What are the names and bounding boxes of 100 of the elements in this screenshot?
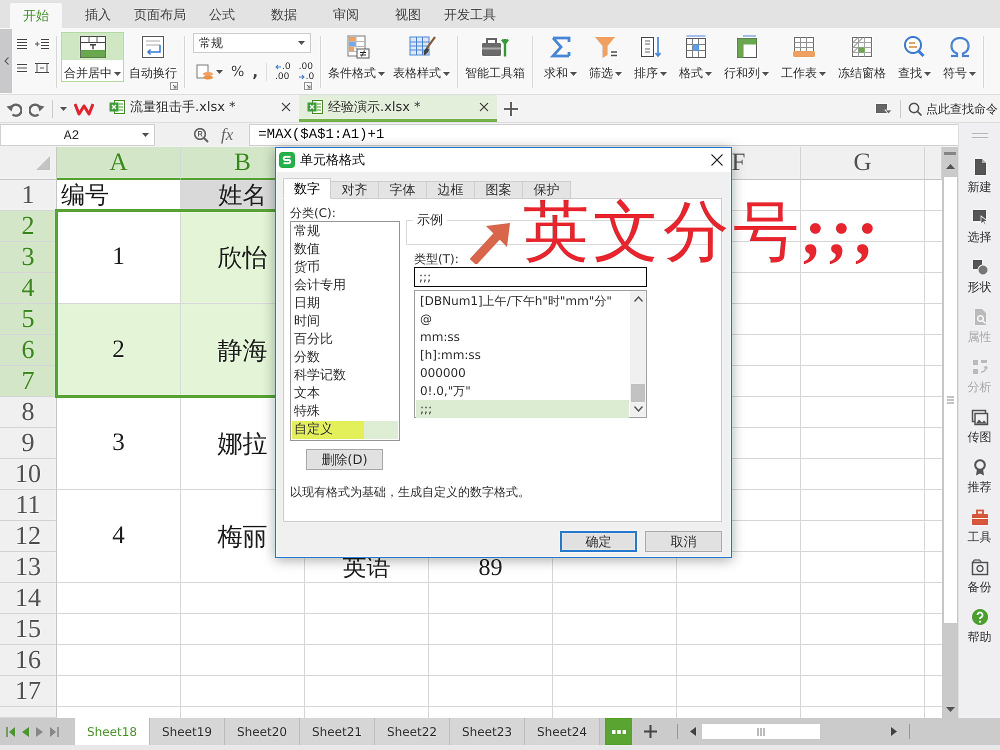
row-header[interactable]: 9 [0,428,57,459]
dialog-tab[interactable]: 数字 [283,178,331,199]
split-handle-icon[interactable] [944,152,956,155]
close-icon[interactable] [711,154,723,166]
formula-field[interactable]: =MAX($A$1:A1)+1 [249,124,958,146]
rows-columns-button[interactable]: 行和列 [721,32,772,82]
insert-function-button[interactable]: fx [221,125,234,145]
row-header[interactable]: 15 [0,614,57,645]
delete-button[interactable]: 删除(D) [306,449,383,470]
cancel-button[interactable]: 取消 [645,531,722,552]
freeze-panes-button[interactable]: 冻结窗格 [835,32,890,82]
caret-icon[interactable] [60,106,67,110]
row-header[interactable]: 1 [0,180,57,211]
row-header[interactable]: 16 [0,645,57,676]
wrap-text-button[interactable]: 自动换行 [126,32,180,82]
collapse-handle[interactable] [0,29,12,93]
undo-icon[interactable] [6,100,22,116]
smart-toolbox-button[interactable]: 智能工具箱 [462,32,528,82]
sidebar-item[interactable]: 新建 [968,158,992,208]
sheet-tab[interactable]: Sheet19 [150,718,225,745]
sheet-tab[interactable]: Sheet23 [450,718,525,745]
list-item[interactable]: [h]:mm:ss [416,346,629,364]
type-field[interactable]: ;;; [414,267,647,287]
sidebar-item[interactable]: 工具 [968,508,992,558]
more-sheets-button[interactable] [605,718,632,745]
dialog-tab[interactable]: 图案 [475,181,523,199]
add-sheet-icon[interactable] [644,725,657,738]
thousands-separator-button[interactable]: , [252,63,258,81]
menu-tab[interactable]: 插入 [72,0,124,28]
sort-button[interactable]: 排序 [631,32,670,82]
format-list[interactable]: [DBNum1]上午/下午h"时"mm"分" @ mm:ss [h]:mm:ss 000000 0!.0,"万" ;;; [414,290,647,418]
symbol-button[interactable]: 符号 [940,32,980,82]
increase-indent-icon[interactable] [35,38,49,50]
list-item[interactable]: 0!.0,"万" [416,382,629,400]
decrease-decimal-button[interactable]: .00 .0 [298,62,314,82]
merge-center-button[interactable]: 合并居中 [61,32,124,82]
category-list[interactable]: 常规 数值 货币 会计专用 日期 时间 百分比 分数 科学记数 文本 特殊 自定义 [290,221,400,441]
worksheet-button[interactable]: 工作表 [778,32,830,82]
scroll-down-icon[interactable] [946,707,954,712]
menu-tab[interactable]: 页面布局 [134,0,186,28]
menu-tab[interactable]: 审阅 [320,0,372,28]
menu-tab[interactable]: 开发工具 [444,0,496,28]
table-style-button[interactable]: 表格样式 [390,32,454,82]
format-button[interactable]: 格式 [676,32,716,82]
sidebar-item[interactable]: 选择 [968,208,992,258]
sum-button[interactable]: 求和 [541,32,580,82]
list-scrollbar[interactable] [630,291,646,417]
scrollbar-thumb[interactable] [702,724,820,739]
row-header[interactable]: 8 [0,397,57,428]
scroll-right-icon[interactable] [891,727,897,736]
menu-tab[interactable]: 公式 [196,0,248,28]
row-header[interactable]: 10 [0,459,57,490]
sidebar-item[interactable]: 形状 [968,258,992,308]
increase-decimal-button[interactable]: .0 .00 [275,62,291,82]
add-icon[interactable] [504,102,518,116]
drag-handle-icon[interactable] [972,133,988,138]
ok-button[interactable]: 确定 [560,531,637,552]
sheet-tab[interactable]: Sheet22 [375,718,450,745]
scroll-left-icon[interactable] [690,727,696,736]
document-tab[interactable]: 经验演示.xlsx * [299,95,497,122]
list-item[interactable]: ;;; [416,400,629,418]
list-item[interactable]: 自定义 [292,421,398,439]
row-header[interactable]: 11 [0,490,57,521]
command-search-field[interactable]: 点此查找命令 [908,102,1000,116]
panel-dropdown-icon[interactable] [875,102,893,116]
vertical-scrollbar[interactable] [942,147,958,718]
percent-button[interactable]: % [231,64,244,80]
row-header[interactable]: 13 [0,552,57,583]
caret-icon[interactable] [142,133,149,137]
row-header[interactable]: 17 [0,676,57,707]
dialog-tab[interactable]: 边框 [427,181,475,199]
redo-icon[interactable] [29,100,45,116]
sidebar-item[interactable]: 推荐 [968,458,992,508]
sidebar-item[interactable]: 备份 [968,558,992,608]
number-format-dropdown[interactable]: 常规 [193,33,311,53]
filter-button[interactable]: 筛选 [586,32,626,82]
list-item[interactable]: mm:ss [416,328,629,346]
menu-tab[interactable]: 视图 [382,0,434,28]
sheet-tab[interactable]: Sheet24 [525,718,600,745]
dialog-tab[interactable]: 字体 [379,181,427,199]
sheet-tab[interactable]: Sheet21 [300,718,375,745]
name-box[interactable]: A2 [0,124,155,146]
document-tab[interactable]: 流量狙击手.xlsx * [101,95,299,122]
row-header[interactable]: 14 [0,583,57,614]
lines-icon[interactable] [15,62,29,74]
close-icon[interactable] [479,102,489,112]
currency-button[interactable] [196,64,223,80]
dialog-tab[interactable]: 对齐 [331,181,379,199]
find-button[interactable]: 查找 [895,32,934,82]
scroll-up-icon[interactable] [946,164,954,169]
chevron-up-icon[interactable] [634,296,642,302]
list-item[interactable]: @ [416,310,629,328]
sheet-tab[interactable]: Sheet18 [75,718,150,745]
align-lines-icon[interactable] [15,38,29,50]
dialog-launcher-icon[interactable] [170,82,178,90]
list-item[interactable]: [DBNum1]上午/下午h"时"mm"分" [416,292,629,310]
dialog-launcher-icon[interactable] [304,82,312,90]
sheet-tab[interactable]: Sheet20 [225,718,300,745]
sidebar-item[interactable]: 传图 [968,408,992,458]
scrollbar-thumb[interactable] [631,384,645,402]
